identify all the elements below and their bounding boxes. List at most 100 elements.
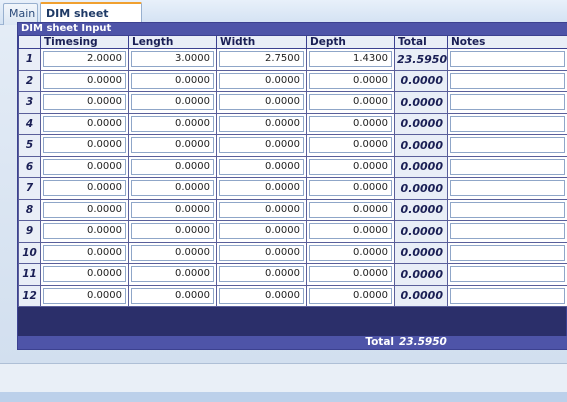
length-input[interactable]: 0.0000	[131, 115, 214, 132]
length-input[interactable]: 0.0000	[131, 223, 214, 240]
depth-input[interactable]: 0.0000	[309, 137, 392, 154]
depth-input[interactable]: 0.0000	[309, 266, 392, 283]
timesing-input[interactable]: 0.0000	[43, 94, 126, 111]
notes-input[interactable]	[450, 266, 565, 283]
depth-input[interactable]: 0.0000	[309, 201, 392, 218]
width-input[interactable]: 2.7500	[219, 51, 304, 68]
table-row: 5 0.0000 0.0000 0.0000 0.0000 0.0000	[18, 134, 567, 157]
table-row: 3 0.0000 0.0000 0.0000 0.0000 0.0000	[18, 91, 567, 114]
cell-length: 0.0000	[128, 284, 217, 307]
cell-notes	[447, 177, 567, 200]
cell-notes	[447, 134, 567, 157]
width-input[interactable]: 0.0000	[219, 94, 304, 111]
depth-input[interactable]: 0.0000	[309, 180, 392, 197]
cell-width: 0.0000	[216, 134, 307, 157]
cell-depth: 0.0000	[306, 112, 395, 135]
length-input[interactable]: 0.0000	[131, 180, 214, 197]
cell-length: 0.0000	[128, 241, 217, 264]
notes-input[interactable]	[450, 223, 565, 240]
notes-input[interactable]	[450, 94, 565, 111]
table-row: 8 0.0000 0.0000 0.0000 0.0000 0.0000	[18, 198, 567, 221]
cell-length: 0.0000	[128, 69, 217, 92]
length-input[interactable]: 0.0000	[131, 158, 214, 175]
notes-input[interactable]	[450, 158, 565, 175]
cell-width: 0.0000	[216, 155, 307, 178]
timesing-input[interactable]: 0.0000	[43, 287, 126, 304]
cell-timesing: 2.0000	[40, 48, 129, 71]
cell-width: 0.0000	[216, 198, 307, 221]
notes-input[interactable]	[450, 115, 565, 132]
length-input[interactable]: 3.0000	[131, 51, 214, 68]
width-input[interactable]: 0.0000	[219, 137, 304, 154]
width-input[interactable]: 0.0000	[219, 244, 304, 261]
notes-input[interactable]	[450, 287, 565, 304]
row-number: 4	[18, 112, 41, 135]
notes-input[interactable]	[450, 137, 565, 154]
cell-timesing: 0.0000	[40, 263, 129, 286]
length-input[interactable]: 0.0000	[131, 201, 214, 218]
row-total: 0.0000	[394, 241, 448, 264]
cell-length: 0.0000	[128, 91, 217, 114]
cell-notes	[447, 220, 567, 243]
depth-input[interactable]: 0.0000	[309, 287, 392, 304]
length-input[interactable]: 0.0000	[131, 287, 214, 304]
cell-timesing: 0.0000	[40, 134, 129, 157]
depth-input[interactable]: 0.0000	[309, 115, 392, 132]
cell-depth: 0.0000	[306, 155, 395, 178]
col-header-total: Total	[394, 35, 448, 49]
cell-depth: 0.0000	[306, 69, 395, 92]
timesing-input[interactable]: 0.0000	[43, 266, 126, 283]
cell-length: 0.0000	[128, 263, 217, 286]
timesing-input[interactable]: 0.0000	[43, 137, 126, 154]
width-input[interactable]: 0.0000	[219, 223, 304, 240]
timesing-input[interactable]: 2.0000	[43, 51, 126, 68]
depth-input[interactable]: 0.0000	[309, 244, 392, 261]
cell-timesing: 0.0000	[40, 155, 129, 178]
timesing-input[interactable]: 0.0000	[43, 180, 126, 197]
width-input[interactable]: 0.0000	[219, 72, 304, 89]
depth-input[interactable]: 0.0000	[309, 158, 392, 175]
length-input[interactable]: 0.0000	[131, 244, 214, 261]
cell-depth: 1.4300	[306, 48, 395, 71]
notes-input[interactable]	[450, 51, 565, 68]
timesing-input[interactable]: 0.0000	[43, 158, 126, 175]
row-total: 0.0000	[394, 284, 448, 307]
width-input[interactable]: 0.0000	[219, 287, 304, 304]
depth-input[interactable]: 0.0000	[309, 72, 392, 89]
cell-width: 0.0000	[216, 69, 307, 92]
cell-length: 0.0000	[128, 177, 217, 200]
width-input[interactable]: 0.0000	[219, 180, 304, 197]
depth-input[interactable]: 1.4300	[309, 51, 392, 68]
length-input[interactable]: 0.0000	[131, 94, 214, 111]
cell-length: 0.0000	[128, 155, 217, 178]
timesing-input[interactable]: 0.0000	[43, 244, 126, 261]
row-total: 0.0000	[394, 69, 448, 92]
length-input[interactable]: 0.0000	[131, 137, 214, 154]
grid-body: 1 2.0000 3.0000 2.7500 1.4300 23.5950 2 0.0000 0…	[18, 48, 567, 307]
col-header-notes: Notes	[447, 35, 567, 49]
width-input[interactable]: 0.0000	[219, 266, 304, 283]
width-input[interactable]: 0.0000	[219, 115, 304, 132]
total-footer: Total 23.5950	[18, 336, 567, 349]
width-input[interactable]: 0.0000	[219, 158, 304, 175]
table-row: 9 0.0000 0.0000 0.0000 0.0000 0.0000	[18, 220, 567, 243]
notes-input[interactable]	[450, 244, 565, 261]
notes-input[interactable]	[450, 180, 565, 197]
timesing-input[interactable]: 0.0000	[43, 223, 126, 240]
row-total: 0.0000	[394, 263, 448, 286]
cell-timesing: 0.0000	[40, 198, 129, 221]
notes-input[interactable]	[450, 72, 565, 89]
cell-notes	[447, 91, 567, 114]
timesing-input[interactable]: 0.0000	[43, 115, 126, 132]
cell-width: 0.0000	[216, 241, 307, 264]
timesing-input[interactable]: 0.0000	[43, 201, 126, 218]
length-input[interactable]: 0.0000	[131, 72, 214, 89]
depth-input[interactable]: 0.0000	[309, 94, 392, 111]
col-header-rownum	[18, 35, 41, 49]
row-total: 23.5950	[394, 48, 448, 71]
width-input[interactable]: 0.0000	[219, 201, 304, 218]
depth-input[interactable]: 0.0000	[309, 223, 392, 240]
timesing-input[interactable]: 0.0000	[43, 72, 126, 89]
length-input[interactable]: 0.0000	[131, 266, 214, 283]
notes-input[interactable]	[450, 201, 565, 218]
